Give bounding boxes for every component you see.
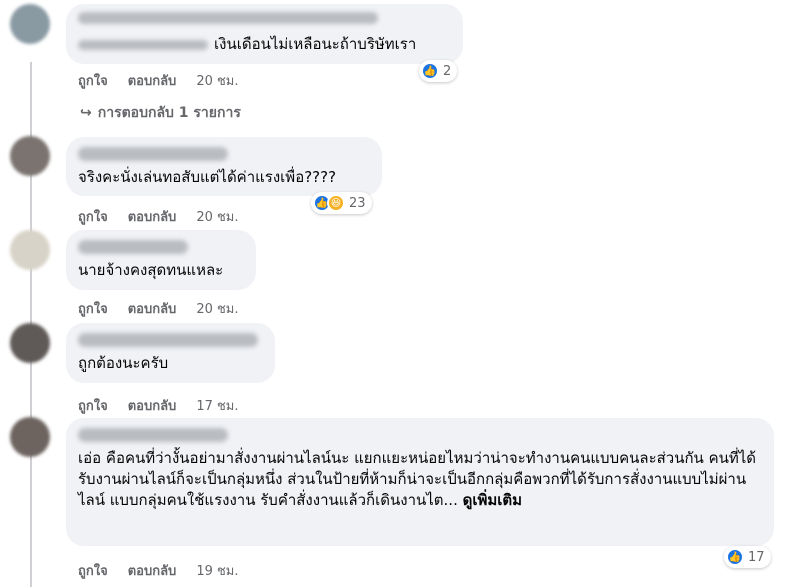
reaction-count: 23	[349, 195, 366, 211]
like-button[interactable]: ถูกใจ	[78, 70, 108, 91]
reply-button[interactable]: ตอบกลับ	[128, 298, 177, 319]
avatar[interactable]	[10, 4, 50, 44]
comment-bubble: ถูกต้องนะครับ	[66, 323, 275, 383]
view-replies-link[interactable]: ↪ การตอบกลับ 1 รายการ	[80, 102, 241, 124]
reaction-count: 2	[443, 63, 452, 79]
haha-icon: 😆	[327, 194, 345, 212]
reply-button[interactable]: ตอบกลับ	[128, 395, 177, 416]
reply-arrow-icon: ↪	[80, 105, 92, 121]
comment-bubble: เงินเดือนไม่เหลือนะถ้าบริษัทเรา	[66, 4, 463, 64]
comment-bubble: จริงคะนั่งเล่นทอสับแต่ได้ค่าแรงเพื่อ????	[66, 137, 382, 196]
reply-button[interactable]: ตอบกลับ	[128, 70, 177, 91]
timestamp[interactable]: 19 ชม.	[196, 560, 238, 581]
like-button[interactable]: ถูกใจ	[78, 206, 108, 227]
like-button[interactable]: ถูกใจ	[78, 298, 108, 319]
like-icon: 👍	[421, 62, 439, 80]
reaction-summary[interactable]: 👍 17	[724, 546, 771, 568]
timestamp[interactable]: 20 ชม.	[196, 70, 238, 91]
reply-button[interactable]: ตอบกลับ	[128, 560, 177, 581]
timestamp[interactable]: 17 ชม.	[196, 395, 238, 416]
commenter-name-blurred[interactable]	[78, 147, 228, 161]
comment-text: เอ่อ คือคนที่ว่างั้นอย่ามาสั่งงานผ่านไลน…	[78, 448, 762, 511]
comment-text: เงินเดือนไม่เหลือนะถ้าบริษัทเรา	[214, 35, 417, 53]
commenter-name-blurred[interactable]	[78, 12, 378, 24]
comment-bubble: เอ่อ คือคนที่ว่างั้นอย่ามาสั่งงานผ่านไลน…	[66, 418, 774, 546]
comment-text: จริงคะนั่งเล่นทอสับแต่ได้ค่าแรงเพื่อ????	[78, 168, 337, 186]
like-icon: 👍	[726, 548, 744, 566]
avatar[interactable]	[10, 230, 50, 270]
commenter-name-blurred-2	[78, 39, 208, 50]
view-replies-label: การตอบกลับ 1 รายการ	[97, 105, 241, 121]
avatar[interactable]	[10, 323, 50, 363]
comment-bubble: นายจ้างคงสุดทนแหละ	[66, 230, 256, 290]
comment-actions: ถูกใจ ตอบกลับ 20 ชม.	[78, 298, 239, 319]
commenter-name-blurred[interactable]	[78, 428, 228, 442]
reaction-summary[interactable]: 👍 2	[419, 60, 458, 82]
reaction-count: 17	[748, 549, 765, 565]
reply-button[interactable]: ตอบกลับ	[128, 206, 177, 227]
comment-text-body: เอ่อ คือคนที่ว่างั้นอย่ามาสั่งงานผ่านไลน…	[78, 449, 757, 509]
commenter-name-blurred[interactable]	[78, 240, 188, 254]
commenter-name-blurred[interactable]	[78, 333, 258, 347]
comment-text: ถูกต้องนะครับ	[78, 354, 169, 372]
like-button[interactable]: ถูกใจ	[78, 560, 108, 581]
avatar[interactable]	[10, 417, 50, 457]
comment-actions: ถูกใจ ตอบกลับ 17 ชม.	[78, 395, 239, 416]
comment-text: นายจ้างคงสุดทนแหละ	[78, 261, 224, 279]
like-button[interactable]: ถูกใจ	[78, 395, 108, 416]
reaction-summary[interactable]: 👍 😆 23	[311, 192, 372, 214]
comment-actions: ถูกใจ ตอบกลับ 19 ชม.	[78, 560, 239, 581]
see-more-link[interactable]: ดูเพิ่มเติม	[463, 491, 522, 509]
comment-actions: ถูกใจ ตอบกลับ 20 ชม.	[78, 70, 239, 91]
comment-actions: ถูกใจ ตอบกลับ 20 ชม.	[78, 206, 239, 227]
avatar[interactable]	[10, 136, 50, 176]
timestamp[interactable]: 20 ชม.	[196, 298, 238, 319]
timestamp[interactable]: 20 ชม.	[196, 206, 238, 227]
